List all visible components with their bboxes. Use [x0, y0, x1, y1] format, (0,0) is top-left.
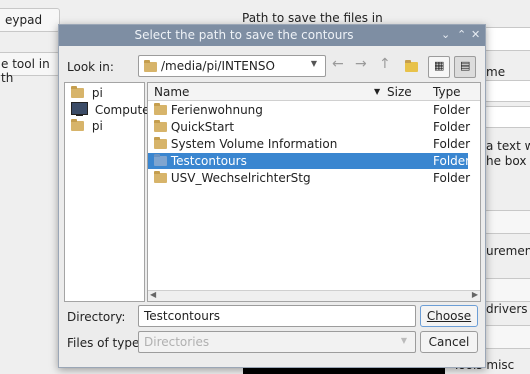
sidebar-item-label: Computer: [94, 103, 155, 117]
tool-button[interactable]: e tool in th: [0, 52, 60, 85]
dialog-titlebar[interactable]: Select the path to save the contours ⌄ ⌃…: [59, 25, 485, 46]
cancel-button-label: Cancel: [428, 335, 470, 349]
detail-view-button[interactable]: ▤: [454, 56, 476, 78]
keypad-button-label: eypad: [5, 13, 43, 27]
file-type: Folder: [433, 154, 471, 168]
path-title: Path to save the files in: [242, 11, 383, 25]
filetype-combo[interactable]: Directories ▼: [138, 331, 416, 353]
list-view-button[interactable]: ▦: [428, 56, 450, 78]
folder-icon: [154, 154, 167, 166]
bg-text-measurement: urement t: [486, 244, 530, 258]
list-item[interactable]: USV_WechselrichterStg Folder: [148, 170, 471, 186]
filetype-value: Directories: [144, 335, 210, 349]
bg-button-1[interactable]: [484, 210, 530, 234]
bg-text-box: he box it: [486, 154, 530, 168]
file-name: USV_WechselrichterStg: [170, 171, 311, 185]
bg-text-drivers: drivers: [486, 302, 528, 316]
keypad-button[interactable]: eypad: [0, 8, 60, 32]
dialog-title: Select the path to save the contours: [134, 28, 354, 42]
grid-view-icon: ▦: [434, 59, 445, 72]
dropdown-arrow-icon: ▼: [310, 59, 317, 68]
choose-button-label: Choose: [426, 309, 472, 323]
list-header: Name ▼ Size Type: [148, 83, 480, 101]
directory-value: Testcontours: [144, 309, 221, 323]
scroll-left-icon[interactable]: ◀: [150, 290, 156, 299]
list-item[interactable]: System Volume Information Folder: [148, 136, 471, 152]
bg-button-2[interactable]: [484, 278, 530, 302]
column-size[interactable]: Size: [387, 85, 412, 99]
chevron-up-icon[interactable]: ⌃: [457, 28, 466, 41]
look-in-combo[interactable]: /media/pi/INTENSO ▼: [138, 55, 326, 77]
chevron-down-icon[interactable]: ⌄: [441, 28, 450, 41]
column-name[interactable]: Name: [154, 85, 189, 99]
sidebar-item-computer[interactable]: Computer: [71, 102, 154, 117]
tool-button-label: e tool in th: [1, 57, 50, 85]
directory-input[interactable]: Testcontours: [138, 305, 416, 327]
filetype-label: Files of type:: [67, 336, 144, 350]
sidebar-item-pi-home[interactable]: pi: [71, 119, 103, 133]
select-path-dialog: Select the path to save the contours ⌄ ⌃…: [58, 24, 486, 368]
sidebar-item-label: pi: [91, 86, 103, 100]
bg-button-3[interactable]: [484, 325, 530, 349]
cancel-button[interactable]: Cancel: [420, 331, 478, 353]
file-list-panel[interactable]: Name ▼ Size Type Ferienwohnung Folder Qu…: [147, 82, 481, 302]
look-in-value: /media/pi/INTENSO: [161, 59, 275, 73]
list-item[interactable]: QuickStart Folder: [148, 119, 471, 135]
folder-icon: [154, 137, 167, 149]
sidebar-panel[interactable]: pi Computer pi: [64, 82, 154, 302]
up-arrow-icon[interactable]: ↑: [379, 56, 391, 72]
folder-icon: [154, 103, 167, 115]
list-item-selected[interactable]: Testcontours Folder: [148, 153, 471, 169]
file-type: Folder: [433, 120, 471, 134]
look-in-label: Look in:: [67, 60, 114, 74]
bg-text-a-text: a text wi: [486, 139, 530, 153]
path-field[interactable]: [484, 27, 530, 51]
bg-text-me: me: [486, 65, 506, 79]
close-icon[interactable]: ✕: [471, 28, 480, 41]
dropdown-arrow-icon: ▼: [400, 336, 407, 345]
file-type: Folder: [433, 103, 471, 117]
column-type[interactable]: Type: [433, 85, 461, 99]
sidebar-item-label: pi: [91, 119, 103, 133]
folder-icon: [154, 120, 167, 132]
bg-field-1[interactable]: [484, 80, 530, 102]
folder-icon: [144, 60, 157, 72]
scroll-right-icon[interactable]: ▶: [472, 290, 478, 299]
sort-arrow-icon: ▼: [374, 87, 381, 96]
file-name: System Volume Information: [170, 137, 338, 151]
file-type: Folder: [433, 137, 471, 151]
sidebar-item-pi[interactable]: pi: [71, 86, 103, 100]
detail-view-icon: ▤: [460, 59, 471, 72]
list-item[interactable]: Ferienwohnung Folder: [148, 102, 471, 118]
forward-arrow-icon[interactable]: →: [355, 56, 367, 72]
horizontal-scrollbar[interactable]: ◀ ▶: [148, 290, 480, 301]
directory-label: Directory:: [67, 310, 126, 324]
file-type: Folder: [433, 171, 471, 185]
back-arrow-icon[interactable]: ←: [332, 56, 344, 72]
folder-icon: [154, 171, 167, 183]
folder-icon: [71, 86, 84, 98]
new-folder-icon[interactable]: [405, 60, 418, 72]
file-name: QuickStart: [170, 120, 235, 134]
file-name: Testcontours: [170, 154, 247, 168]
file-name: Ferienwohnung: [170, 103, 263, 117]
computer-icon: [71, 102, 88, 116]
bg-field-2[interactable]: [484, 106, 530, 128]
folder-icon: [71, 119, 84, 131]
choose-button[interactable]: Choose: [420, 305, 478, 327]
